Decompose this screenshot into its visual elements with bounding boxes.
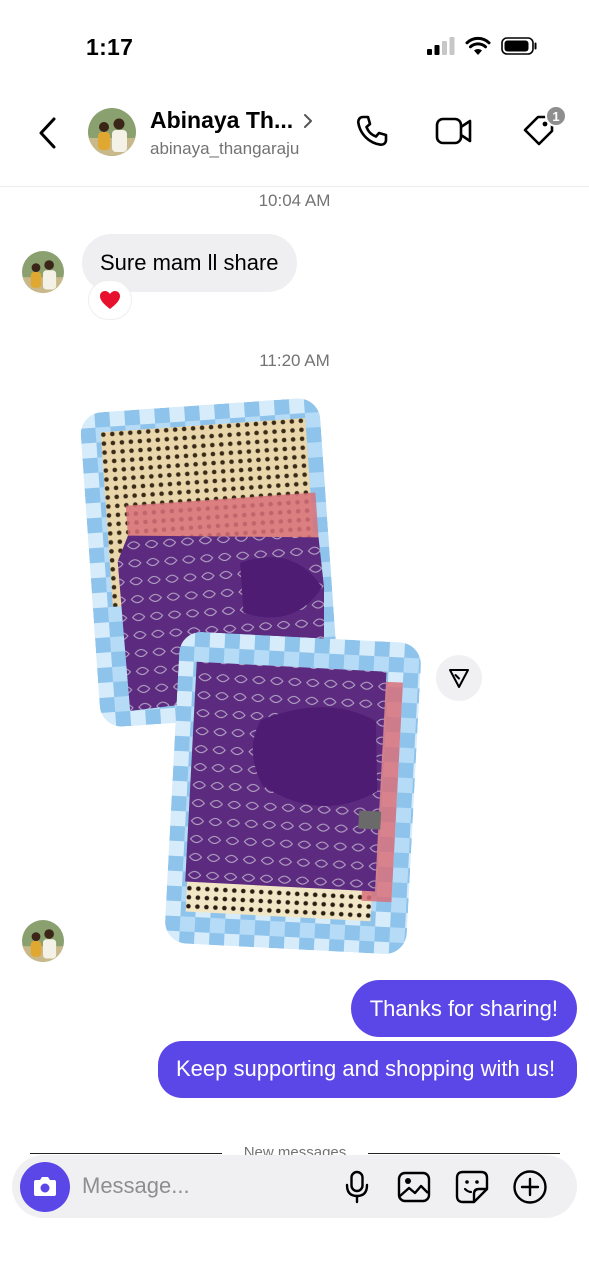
- back-button[interactable]: [30, 113, 64, 153]
- video-call-button[interactable]: [434, 111, 474, 151]
- chat-header: Abinaya Th... abinaya_thangaraju 1: [0, 95, 589, 187]
- divider-line: [368, 1153, 560, 1154]
- video-icon: [435, 117, 472, 145]
- tag-button[interactable]: 1: [519, 105, 567, 151]
- profile-photo-icon: [88, 108, 136, 156]
- outgoing-message-text: Thanks for sharing!: [369, 996, 558, 1021]
- outgoing-message[interactable]: Keep supporting and shopping with us!: [158, 1041, 577, 1098]
- more-button[interactable]: [510, 1167, 550, 1207]
- microphone-icon: [345, 1170, 369, 1204]
- profile-photo-icon: [22, 251, 64, 293]
- heart-reaction[interactable]: [88, 280, 132, 320]
- profile-photo-icon: [22, 920, 64, 962]
- back-icon: [39, 117, 56, 149]
- message-input[interactable]: [82, 1167, 332, 1205]
- status-bar: 1:17: [0, 0, 589, 95]
- call-button[interactable]: [352, 111, 392, 151]
- battery-icon: [501, 37, 537, 55]
- sticker-button[interactable]: [452, 1167, 492, 1207]
- sender-avatar[interactable]: [22, 251, 64, 293]
- sender-avatar[interactable]: [22, 920, 64, 962]
- camera-icon: [34, 1177, 56, 1196]
- shared-photo[interactable]: [164, 630, 422, 956]
- new-messages-divider: New messages: [30, 1144, 560, 1161]
- tag-badge: 1: [545, 105, 567, 127]
- incoming-message-text: Sure mam ll share: [100, 250, 279, 275]
- message-composer: [12, 1155, 577, 1218]
- avatar[interactable]: [88, 108, 136, 156]
- camera-button[interactable]: [20, 1162, 70, 1212]
- message-timestamp: 10:04 AM: [258, 191, 331, 210]
- plus-icon: [513, 1170, 547, 1204]
- phone-icon: [356, 115, 388, 147]
- heart-icon: [100, 291, 120, 309]
- share-button[interactable]: [436, 655, 482, 701]
- chevron-right-icon: [304, 113, 313, 128]
- sticker-icon: [455, 1170, 489, 1204]
- voice-button[interactable]: [337, 1167, 377, 1207]
- contact-name: Abinaya Th...: [150, 107, 294, 133]
- outgoing-message[interactable]: Thanks for sharing!: [350, 980, 577, 1037]
- contact-username: abinaya_thangaraju: [150, 139, 300, 158]
- gallery-icon: [397, 1171, 431, 1203]
- message-timestamp: 11:20 AM: [259, 351, 330, 370]
- saree-photo-image: [164, 630, 422, 956]
- outgoing-message-text: Keep supporting and shopping with us!: [176, 1056, 556, 1081]
- contact-name-row[interactable]: Abinaya Th...: [150, 107, 313, 134]
- status-icons: [427, 36, 539, 56]
- status-time: 1:17: [86, 34, 134, 60]
- share-icon: [449, 669, 469, 688]
- gallery-button[interactable]: [394, 1167, 434, 1207]
- wifi-icon: [465, 36, 491, 55]
- signal-icon: [427, 37, 455, 55]
